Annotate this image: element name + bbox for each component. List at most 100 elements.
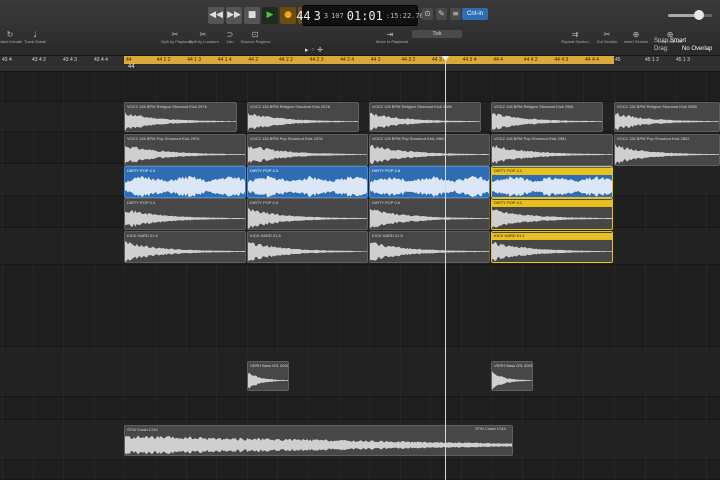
toolbar-tool[interactable]: ⊡ Bounce Regions [241,30,270,44]
list-icon[interactable]: ≡ [450,8,461,20]
ruler-tick-label: 44 2 3 [309,57,324,63]
audio-region[interactable]: DIRTY POP 0.3 [247,198,368,230]
audio-region[interactable]: KICK HARD 01.1 [491,231,613,263]
region-name: DIRTY POP 4.1 [492,168,612,175]
region-waveform [248,146,367,163]
beat-grid-line [93,72,95,480]
audio-region[interactable]: DIRTY POP 4.1 [491,198,613,230]
count-in-button[interactable]: Cnt-in [462,8,488,20]
ruler-tick-label: 43 4 4 [94,57,108,63]
ruler-tick-label: 44 3 [370,57,381,63]
beat-grid-line [63,72,65,480]
audio-region[interactable]: KICK HARD 01.6 [247,231,368,263]
ruler-tick-label: 44 1 3 [187,57,202,63]
region-name: VOC2 126 BPM Pop Shoutout Kick 2976 [127,136,200,141]
region-name: DIRTY POP 4.1 [492,200,612,207]
audio-region[interactable]: VOC2 126 BPM Religion Shoutout Kick 2981 [491,102,603,132]
region-waveform [248,372,288,389]
track-lane[interactable] [0,397,720,420]
audio-region[interactable]: VERH Bass 001 0008 [491,361,533,391]
track-lane[interactable] [0,460,720,480]
tool-icon: ✂ [199,30,207,39]
toolbar-tool[interactable]: ✂ Split by Locators [189,30,219,44]
audio-region[interactable]: VOC2 126 BPM Pop Shoutout Kick 2981 [491,134,613,166]
pencil-icon[interactable]: ✎ [436,8,447,20]
toolbar-tool[interactable]: ⊕ Insert Section [622,30,650,44]
region-name: DIRTY POP 4.3 [127,168,156,173]
snap-menu[interactable]: Smart [670,38,686,44]
audio-region[interactable]: DIRTY POP 4.3 [124,166,246,198]
region-name: KICK HARD 01.6 [250,233,281,238]
audio-region[interactable]: VOC2 126 BPM Pop Shoutout Kick 2822 [614,134,720,166]
track-lane[interactable] [0,347,720,397]
region-waveform [125,209,245,228]
audio-region[interactable]: DIRTY POP 4.1 [491,166,613,198]
region-name-end: STW Crash 1744 [475,426,506,431]
tool-icon: ⇉ [571,30,579,39]
toolbar-tool[interactable]: ♩ Track Grade [21,30,49,44]
region-name: DIRTY POP 0.3 [127,200,156,205]
tuner-icon[interactable]: ⊙ [422,8,433,20]
region-waveform [125,112,236,131]
audio-region[interactable]: DIRTY POP 0.3 [124,198,246,230]
master-volume-knob[interactable] [693,10,704,20]
region-waveform [492,371,532,390]
tool-icon: ⊡ [251,30,259,39]
cycle-start-label: 44 [128,64,135,70]
drag-menu[interactable]: No Overlap [682,46,712,52]
region-waveform [248,175,367,197]
region-waveform [125,175,245,197]
ruler-tick-label: 44 4 4 [585,57,599,63]
ruler-tick-label: 43 4 3 [63,57,77,63]
track-lane[interactable] [0,265,720,347]
nudge-value-field[interactable]: Tick [412,30,462,38]
region-waveform [615,112,719,131]
region-name: DIRTY POP 4.3 [250,168,279,173]
track-lane[interactable] [0,102,720,132]
region-name: VOC2 126 BPM Pop Shoutout Kick 2822 [617,136,690,141]
toolbar-tool[interactable]: ⇉ Repeat Section [561,30,589,44]
rewind-button[interactable]: ◀◀ [208,7,224,24]
track-lane[interactable] [0,72,720,102]
record-button[interactable]: ● [280,7,296,24]
audio-region[interactable]: VOC2 126 BPM Religion Shoutout Kick 2978 [247,102,359,132]
region-name: DIRTY POP 4.8 [372,168,401,173]
audio-region[interactable]: DIRTY POP 0.6 [369,198,490,230]
region-waveform [492,209,612,228]
drag-label: Drag: [654,46,669,52]
lcd-side-buttons: ⊙ ✎ ≡ [422,8,461,20]
audio-region[interactable]: STW Crash 1744 [124,425,513,456]
tool-menus[interactable]: ▸ ◦ ✛ [305,46,323,54]
audio-region[interactable]: VOC2 126 BPM Pop Shoutout Kick 2976 [124,134,246,166]
region-name: VOC2 126 BPM Religion Shoutout Kick 2981 [494,104,574,109]
audio-region[interactable]: KICK HARD 01.6 [369,231,490,263]
audio-region[interactable]: VOC2 126 BPM Pop Shoutout Kick 2980 [369,134,490,166]
toolbar-tool[interactable]: ⇥ Move to Playhead [376,30,408,44]
audio-region[interactable]: VOC2 126 BPM Religion Shoutout Kick 2980 [369,102,481,132]
toolbar-tool[interactable]: ✂ Split by Playhead [161,30,192,44]
playhead[interactable] [445,60,446,480]
stop-button[interactable]: ■ [244,7,260,24]
tool-icon: ✂ [603,30,611,39]
region-waveform [492,144,612,165]
timeline-ruler[interactable]: 44 43 4 43 4 2 43 4 3 43 4 4 44 44 1 2 44 1 3 4… [0,56,720,72]
audio-region[interactable]: DIRTY POP 4.3 [247,166,368,198]
audio-region[interactable]: VOC2 126 BPM Pop Shoutout Kick 2978 [247,134,368,166]
audio-region[interactable]: VERH Bass 001 0008 [247,361,289,391]
play-button[interactable]: ▶ [262,7,278,24]
region-name: VOC2 126 BPM Religion Shoutout Kick 2980 [372,104,452,109]
audio-region[interactable]: KICK HARD 01.6 [124,231,246,263]
toolbar-tool[interactable]: ✂ Cut Section [593,30,621,44]
audio-region[interactable]: VOC2 126 BPM Religion Shoutout Kick 2985 [614,102,720,132]
ruler-tick-label: 44 4 2 [523,57,538,63]
audio-region[interactable]: DIRTY POP 4.8 [369,166,490,198]
beat-grid-line [32,72,34,480]
audio-region[interactable]: VOC2 126 BPM Religion Shoutout Kick 2976 [124,102,237,132]
toolbar-tool[interactable]: ⊃ Join [216,30,244,44]
forward-button[interactable]: ▶▶ [226,7,242,24]
region-name: VOC2 126 BPM Pop Shoutout Kick 2981 [494,136,567,141]
lcd-division: 3 [323,11,329,20]
region-waveform [125,435,512,455]
lcd-display[interactable]: 44 3 3 107 01:01 :15:22.76 [296,5,424,26]
master-volume-slider[interactable] [668,10,712,20]
